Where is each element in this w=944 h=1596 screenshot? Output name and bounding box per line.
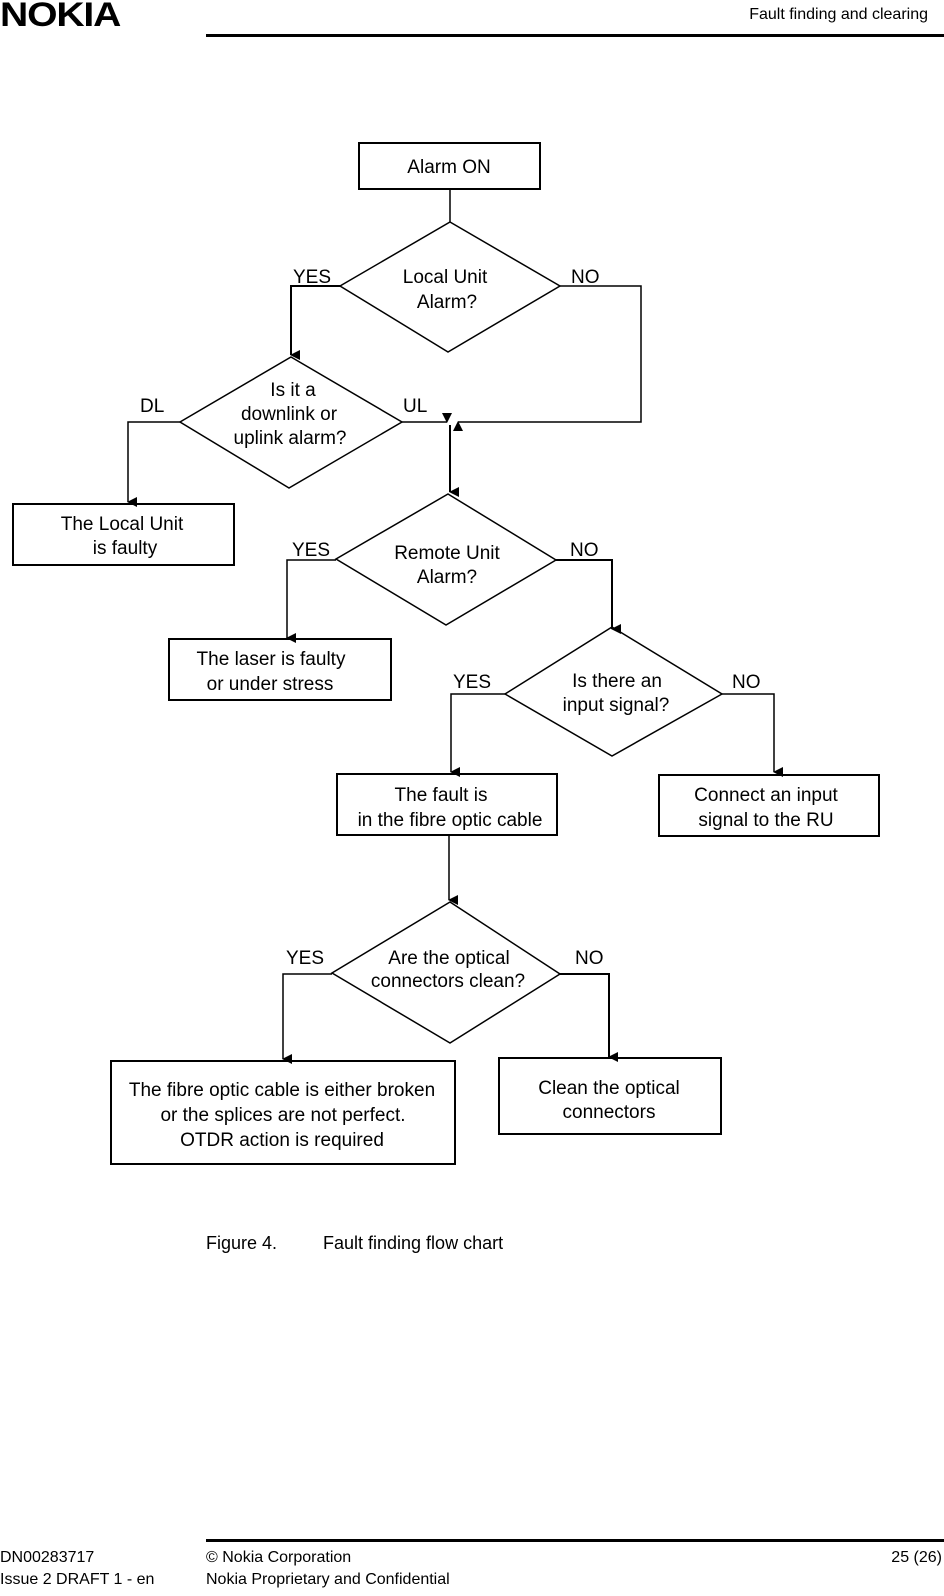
dl-ul-line3: uplink alarm? <box>234 428 347 449</box>
connectors-clean-line2: connectors clean? <box>371 971 525 992</box>
connector <box>290 285 340 360</box>
no-label: NO <box>571 267 600 288</box>
no-label: NO <box>570 540 599 561</box>
remote-unit-alarm-line1: Remote Unit <box>394 543 500 564</box>
local-unit-alarm-line2: Alarm? <box>417 292 477 313</box>
yes-label: YES <box>292 540 330 561</box>
dl-label: DL <box>140 396 164 417</box>
cable-broken-line2: or the splices are not perfect. <box>160 1105 405 1126</box>
remote-unit-alarm-line2: Alarm? <box>417 567 477 588</box>
local-unit-alarm-line1: Local Unit <box>403 267 488 288</box>
figure-number: Figure 4. <box>206 1233 278 1253</box>
connector <box>722 693 783 777</box>
ul-label: UL <box>403 396 427 417</box>
connect-input-line2: signal to the RU <box>698 810 833 831</box>
yes-label: YES <box>286 948 324 969</box>
fault-in-fibre-line1: The fault is <box>395 785 488 806</box>
figure-caption: Fault finding flow chart <box>323 1233 504 1253</box>
connector <box>127 421 180 507</box>
no-label: NO <box>575 948 604 969</box>
input-signal-line2: input signal? <box>563 695 670 716</box>
fault-finding-flowchart: Alarm ON Local Unit Alarm? Is it a downl… <box>12 142 880 1165</box>
yes-label: YES <box>293 267 331 288</box>
laser-faulty-line2: or under stress <box>207 674 334 695</box>
laser-faulty-line1: The laser is faulty <box>197 649 346 670</box>
connector <box>560 973 618 1062</box>
clean-connectors-line1: Clean the optical <box>538 1078 680 1099</box>
clean-connectors-line2: connectors <box>563 1102 656 1123</box>
start-label: Alarm ON <box>407 157 490 178</box>
connector <box>286 559 336 643</box>
local-unit-faulty-line2: is faulty <box>93 538 158 559</box>
local-unit-faulty-line1: The Local Unit <box>61 514 184 535</box>
connectors-clean-line1: Are the optical <box>388 948 509 969</box>
cable-broken-line1: The fibre optic cable is either broken <box>129 1080 435 1101</box>
confidentiality: Nokia Proprietary and Confidential <box>206 1571 450 1588</box>
no-label: NO <box>732 672 761 693</box>
input-signal-line1: Is there an <box>572 671 662 692</box>
copyright: © Nokia Corporation <box>206 1549 352 1566</box>
fault-in-fibre-line2: in the fibre optic cable <box>358 810 543 831</box>
cable-broken-line3: OTDR action is required <box>180 1130 384 1151</box>
connect-input-line1: Connect an input <box>694 785 838 806</box>
dl-ul-line1: Is it a <box>270 380 316 401</box>
connector <box>556 559 621 634</box>
yes-label: YES <box>453 672 491 693</box>
doc-id: DN00283717 <box>0 1549 95 1566</box>
connector <box>450 693 505 777</box>
connector <box>453 285 642 431</box>
footer-divider <box>206 1539 944 1542</box>
issue: Issue 2 DRAFT 1 - en <box>0 1571 155 1588</box>
connector <box>282 973 332 1064</box>
dl-ul-line2: downlink or <box>241 404 338 425</box>
page-number: 25 (26) <box>891 1549 942 1566</box>
